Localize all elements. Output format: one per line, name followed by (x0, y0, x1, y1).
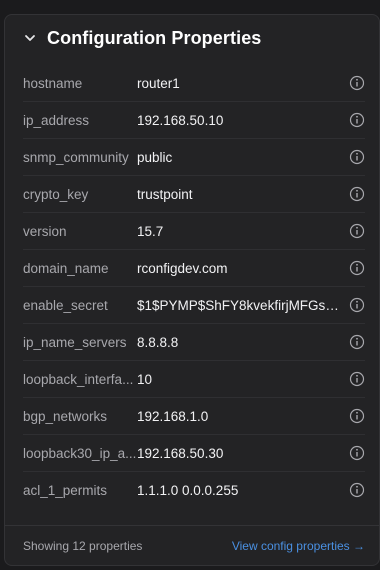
property-key: ip_name_servers (23, 334, 127, 350)
property-key: hostname (23, 75, 83, 91)
info-icon[interactable] (349, 112, 365, 128)
property-value: 8.8.8.8 (137, 334, 179, 350)
property-key: snmp_community (23, 149, 129, 165)
property-value: trustpoint (137, 186, 193, 202)
property-row-enable-secret: enable_secret $1$PYMP$ShFY8kvekfirjMFGsP… (23, 287, 365, 324)
property-value: 192.168.1.0 (137, 408, 209, 424)
property-value: 192.168.50.30 (137, 445, 224, 461)
property-key: acl_1_permits (23, 482, 108, 498)
info-icon[interactable] (349, 482, 365, 498)
property-row-ip-name-servers: ip_name_servers 8.8.8.8 (23, 324, 365, 361)
view-config-properties-link[interactable]: View config properties → (232, 539, 365, 553)
info-icon[interactable] (349, 149, 365, 165)
info-icon[interactable] (349, 408, 365, 424)
property-key: ip_address (23, 112, 90, 128)
panel-title: Configuration Properties (47, 27, 262, 48)
property-row-loopback-interface: loopback_interfa... 10 (23, 361, 365, 398)
configuration-properties-panel: Configuration Properties hostname router… (4, 14, 380, 566)
info-icon[interactable] (349, 445, 365, 461)
info-icon[interactable] (349, 186, 365, 202)
property-key: bgp_networks (23, 408, 108, 424)
info-icon[interactable] (349, 260, 365, 276)
info-icon[interactable] (349, 334, 365, 350)
property-value: 10 (137, 371, 153, 387)
property-value: public (137, 149, 173, 165)
property-row-ip-address: ip_address 192.168.50.10 (23, 102, 365, 139)
property-key: crypto_key (23, 186, 89, 202)
property-row-acl-1-permits: acl_1_permits 1.1.1.0 0.0.0.255 (23, 472, 365, 508)
property-value: $1$PYMP$ShFY8kvekfirjMFGsP... (137, 297, 342, 313)
property-count: Showing 12 properties (23, 538, 143, 553)
property-value: rconfigdev.com (137, 260, 228, 276)
property-key: domain_name (23, 260, 109, 276)
property-row-version: version 15.7 (23, 213, 365, 250)
property-row-hostname: hostname router1 (23, 65, 365, 102)
panel-header[interactable]: Configuration Properties (5, 15, 379, 61)
panel-footer: Showing 12 properties View config proper… (5, 525, 379, 565)
info-icon[interactable] (349, 371, 365, 387)
property-row-loopback30-ip-address: loopback30_ip_a... 192.168.50.30 (23, 435, 365, 472)
property-value: 15.7 (137, 223, 164, 239)
property-row-domain-name: domain_name rconfigdev.com (23, 250, 365, 287)
property-row-bgp-networks: bgp_networks 192.168.1.0 (23, 398, 365, 435)
property-key: loopback30_ip_a... (23, 445, 137, 461)
property-row-crypto-key: crypto_key trustpoint (23, 176, 365, 213)
property-row-snmp-community: snmp_community public (23, 139, 365, 176)
property-key: loopback_interfa... (23, 371, 134, 387)
info-icon[interactable] (349, 223, 365, 239)
property-value: 192.168.50.10 (137, 112, 224, 128)
property-list: hostname router1 ip_address 192.168.50.1… (5, 65, 379, 508)
info-icon[interactable] (349, 75, 365, 91)
info-icon[interactable] (349, 297, 365, 313)
property-key: enable_secret (23, 297, 108, 313)
property-value: 1.1.1.0 0.0.0.255 (137, 482, 239, 498)
chevron-down-icon[interactable] (21, 29, 39, 47)
property-key: version (23, 223, 67, 239)
property-value: router1 (137, 75, 180, 91)
